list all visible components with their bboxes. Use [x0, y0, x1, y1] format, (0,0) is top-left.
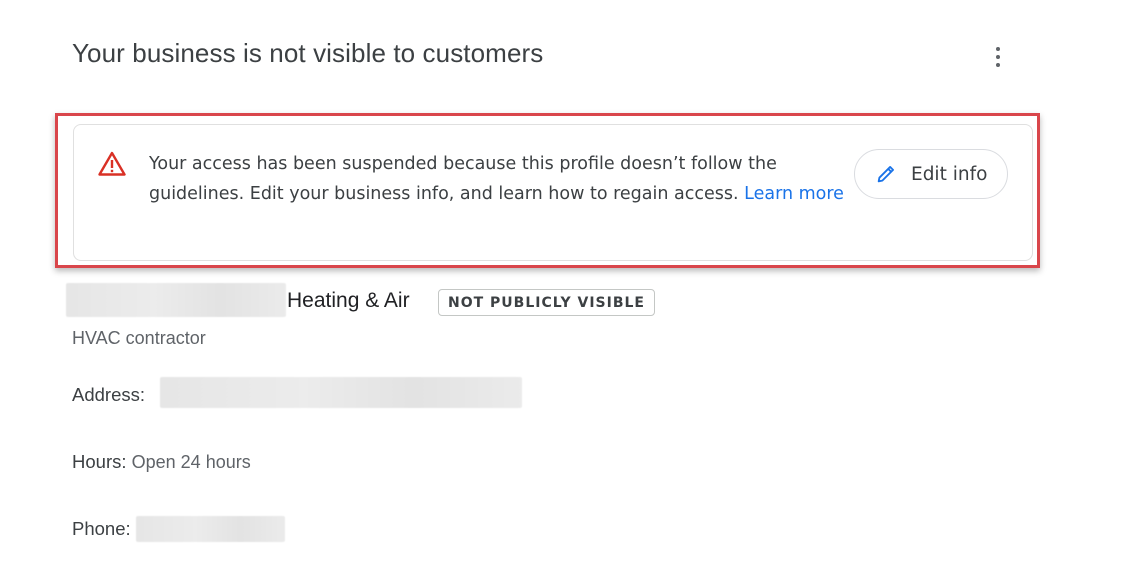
pencil-icon: [877, 166, 894, 183]
page-title: Your business is not visible to customer…: [72, 38, 544, 68]
hours-row: Hours: Open 24 hours: [72, 451, 251, 473]
alert-message-text: Your access has been suspended because t…: [149, 154, 777, 204]
redacted-address: [160, 377, 522, 408]
hours-value: Open 24 hours: [131, 452, 251, 472]
warning-icon: [98, 151, 126, 176]
suspension-alert-card: Your access has been suspended because t…: [73, 124, 1033, 261]
more-vert-icon: [996, 47, 1000, 51]
phone-label: Phone:: [72, 518, 131, 539]
edit-info-label: Edit info: [911, 163, 988, 185]
more-options-button[interactable]: [983, 40, 1013, 74]
business-category: HVAC contractor: [72, 328, 206, 348]
redacted-phone: [136, 516, 285, 542]
business-name: Heating & Air: [287, 289, 410, 312]
hours-label: Hours:: [72, 451, 127, 472]
alert-message: Your access has been suspended because t…: [149, 149, 849, 209]
status-badge: NOT PUBLICLY VISIBLE: [438, 289, 655, 316]
more-vert-icon-dot: [996, 55, 1000, 59]
learn-more-link[interactable]: Learn more: [744, 184, 844, 204]
address-label: Address:: [72, 384, 146, 405]
redacted-business-name: [66, 283, 286, 317]
more-vert-icon-dot: [996, 63, 1000, 67]
edit-info-button[interactable]: Edit info: [854, 149, 1008, 199]
